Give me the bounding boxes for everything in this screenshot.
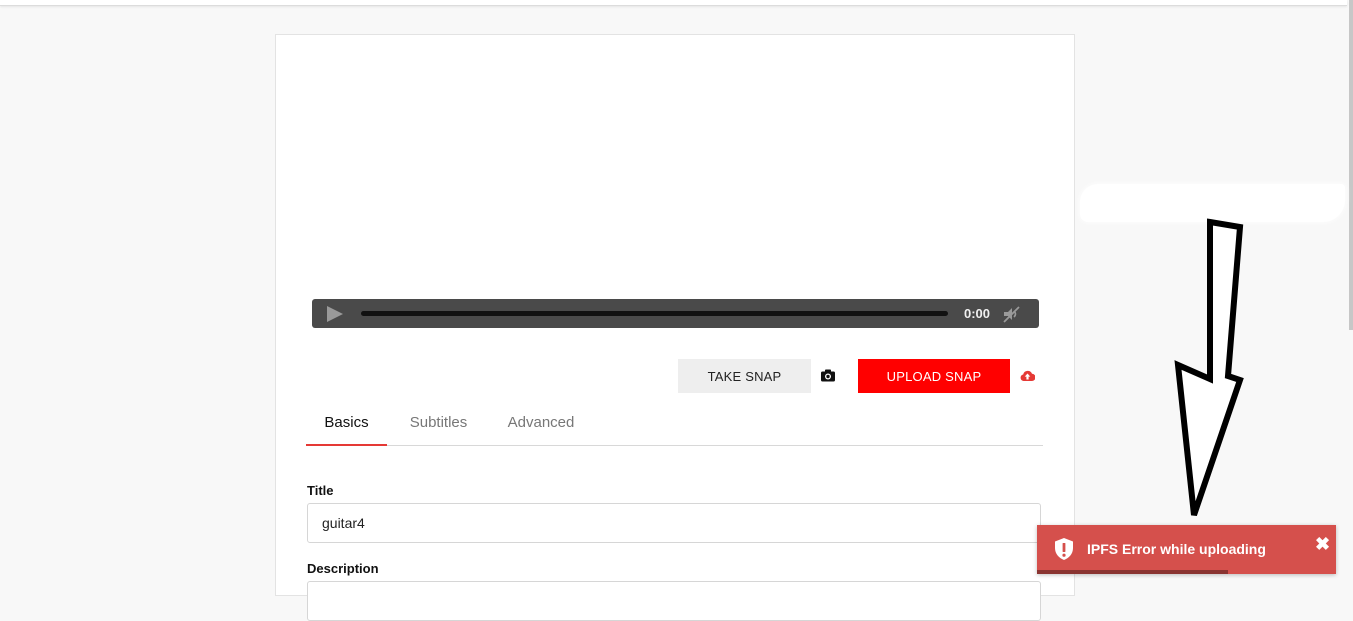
description-label: Description bbox=[307, 561, 379, 576]
editor-tabs: Basics Subtitles Advanced bbox=[306, 405, 1043, 446]
shield-icon bbox=[1055, 538, 1073, 560]
description-input[interactable] bbox=[307, 581, 1041, 621]
title-input[interactable] bbox=[307, 503, 1041, 543]
redaction-mark bbox=[1080, 184, 1345, 222]
video-player-controls: 0:00 bbox=[312, 299, 1039, 328]
page-scrollbar[interactable] bbox=[1349, 0, 1353, 330]
toast-timer-bar bbox=[1037, 570, 1229, 574]
play-icon[interactable] bbox=[326, 306, 344, 322]
seek-bar[interactable] bbox=[361, 311, 948, 316]
cloud-upload-icon[interactable] bbox=[1020, 369, 1035, 382]
top-app-bar bbox=[0, 0, 1347, 6]
mute-icon[interactable] bbox=[1002, 305, 1020, 323]
close-icon[interactable]: ✖ bbox=[1315, 534, 1330, 555]
tab-subtitles[interactable]: Subtitles bbox=[397, 405, 480, 445]
title-label: Title bbox=[307, 483, 334, 498]
upload-card: 0:00 TAKE SNAP UPLOAD SNAP Basics Subtit… bbox=[275, 34, 1075, 621]
annotation-arrow bbox=[1174, 218, 1244, 516]
take-snap-button[interactable]: TAKE SNAP bbox=[678, 359, 811, 393]
upload-snap-button[interactable]: UPLOAD SNAP bbox=[858, 359, 1010, 393]
toast-message: IPFS Error while uploading bbox=[1087, 541, 1266, 557]
camera-icon[interactable] bbox=[821, 369, 835, 382]
error-toast: IPFS Error while uploading ✖ bbox=[1037, 525, 1336, 574]
tab-advanced[interactable]: Advanced bbox=[496, 405, 586, 445]
tab-basics[interactable]: Basics bbox=[306, 405, 387, 446]
playback-time: 0:00 bbox=[964, 306, 991, 321]
